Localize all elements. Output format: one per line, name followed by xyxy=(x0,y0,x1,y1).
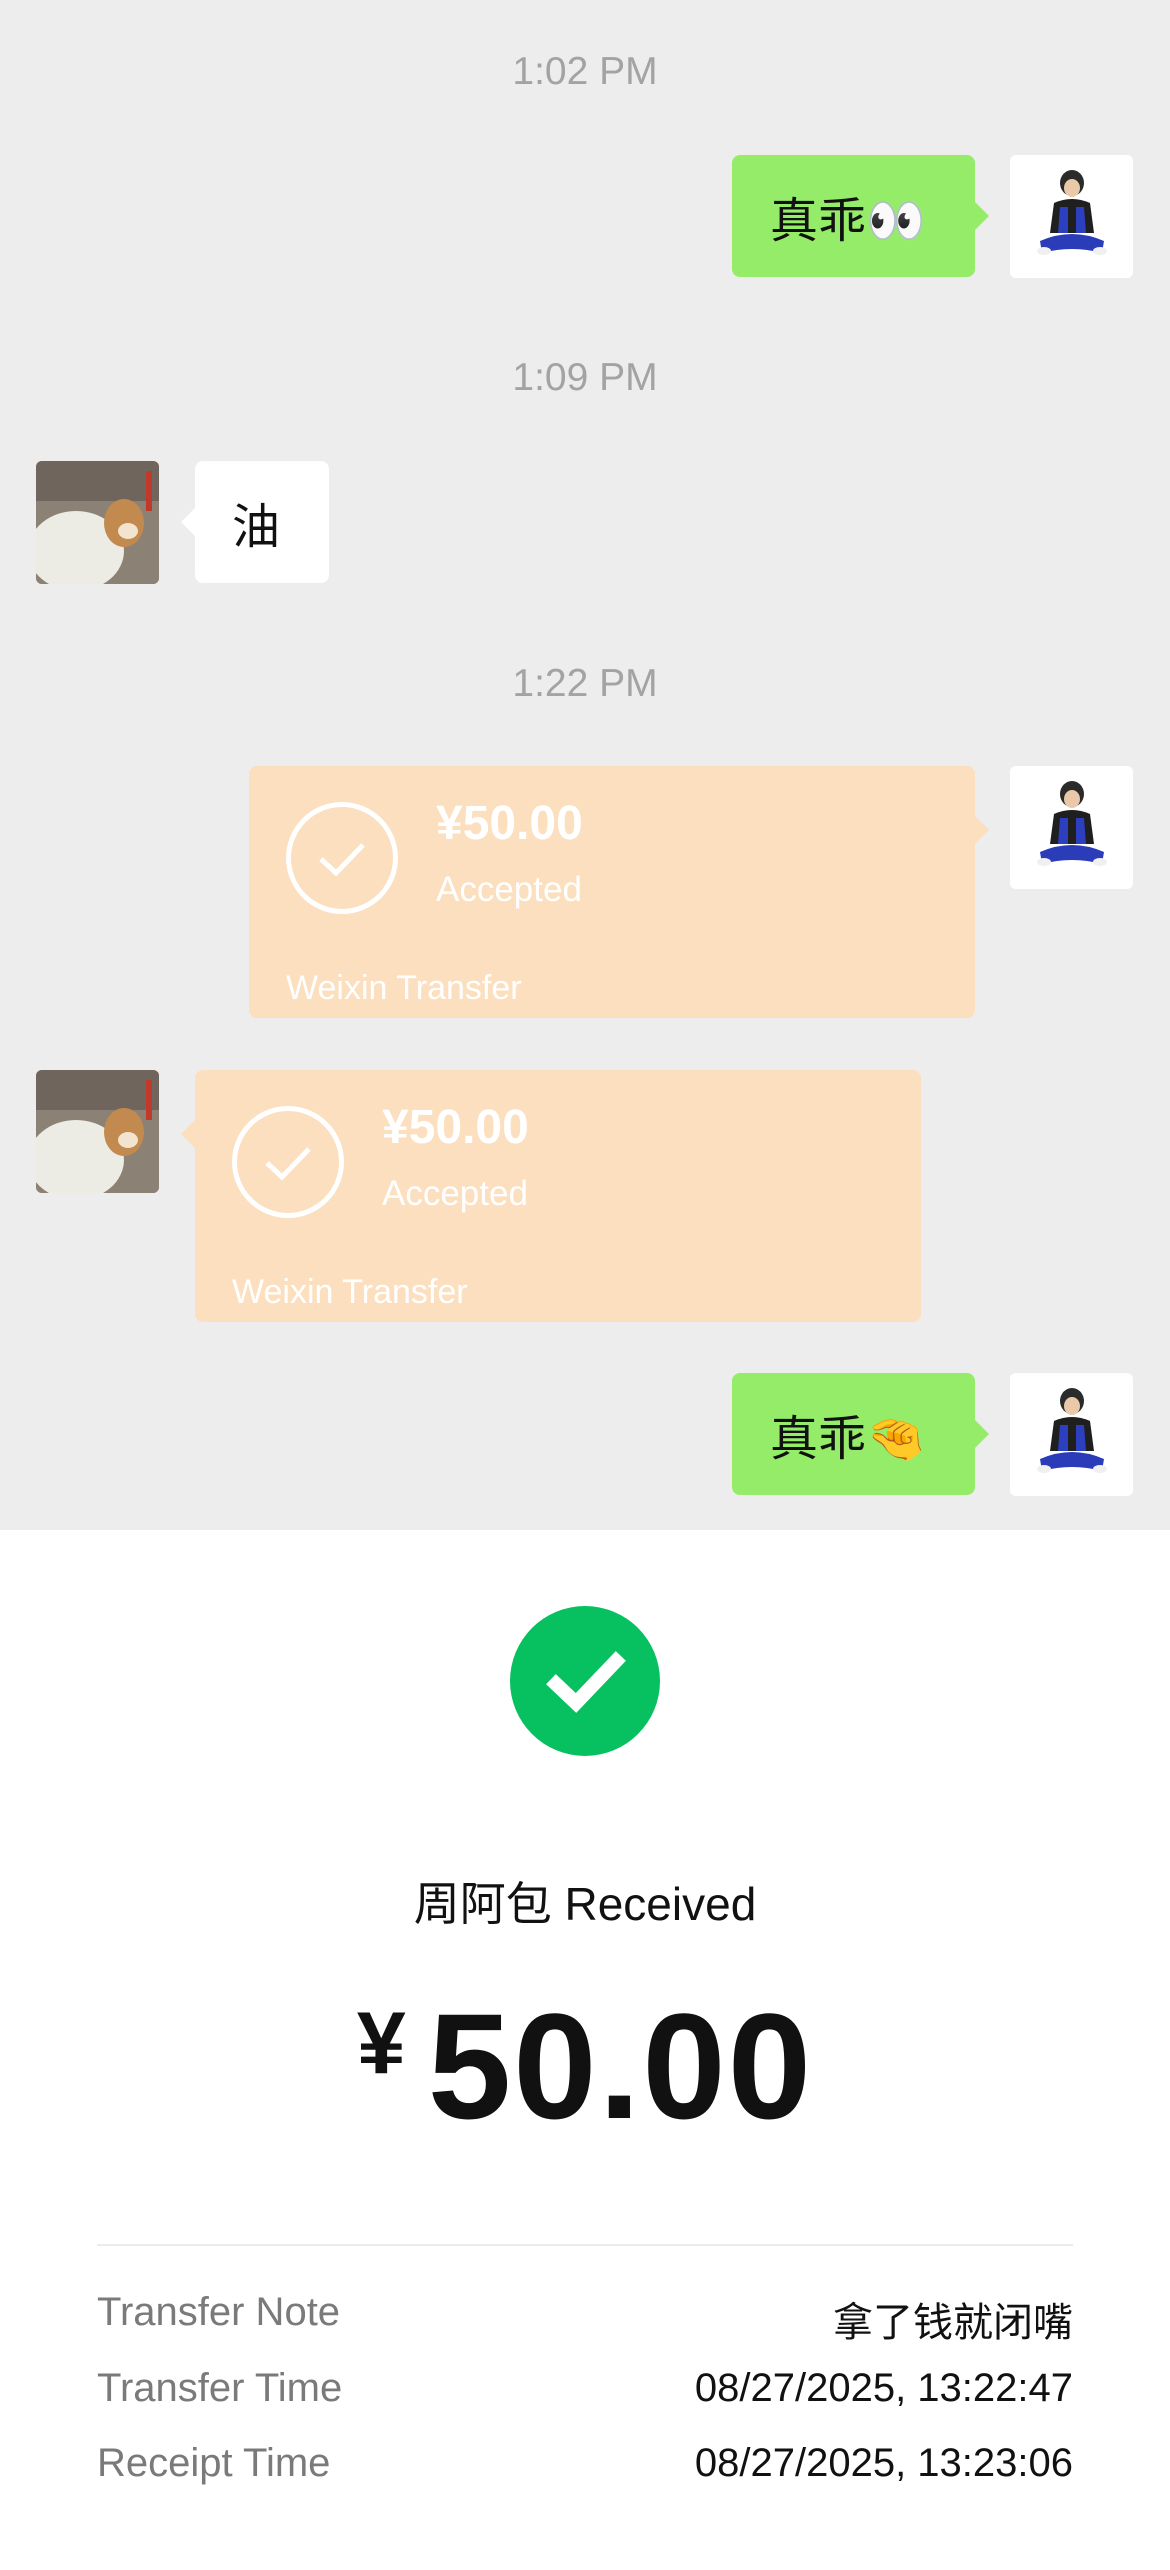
received-title: 周阿包 Received xyxy=(413,1878,757,1930)
transfer-brand: Weixin Transfer xyxy=(286,969,522,1007)
transfer-status: Accepted xyxy=(382,1174,528,1213)
my-avatar[interactable] xyxy=(1010,766,1133,889)
divider xyxy=(97,2244,1073,2246)
person-sitting-avatar-icon xyxy=(1037,1388,1107,1473)
person-sitting-avatar-icon xyxy=(1037,781,1107,866)
transfer-card-received[interactable]: ¥50.00 Accepted Weixin Transfer xyxy=(181,1070,921,1322)
detail-value: 拿了钱就闭嘴 xyxy=(833,2301,1073,2345)
received-message-bubble[interactable]: 油 xyxy=(181,461,329,583)
contact-avatar[interactable] xyxy=(36,1070,159,1193)
sent-message-bubble[interactable]: 真乖👀 xyxy=(732,155,989,277)
my-avatar[interactable] xyxy=(1010,155,1133,278)
contact-avatar[interactable] xyxy=(36,461,159,584)
dog-photo-avatar-icon xyxy=(36,461,159,584)
transfer-status: Accepted xyxy=(436,870,582,909)
check-circle-icon xyxy=(232,1106,344,1218)
message-text: 真乖👀 xyxy=(770,195,926,248)
dog-photo-avatar-icon xyxy=(36,1070,159,1193)
message-text: 油 xyxy=(232,501,281,554)
detail-row-receipt-time: Receipt Time 08/27/2025, 13:23:06 xyxy=(97,2441,1073,2501)
message-text: 真乖🤏 xyxy=(770,1413,926,1466)
transfer-card-sent[interactable]: ¥50.00 Accepted Weixin Transfer xyxy=(249,766,989,1018)
detail-value: 08/27/2025, 13:22:47 xyxy=(694,2366,1073,2410)
detail-label: Receipt Time xyxy=(97,2441,331,2485)
detail-label: Transfer Note xyxy=(97,2290,341,2334)
currency-symbol: ¥ xyxy=(356,1993,406,2092)
timestamp: 1:02 PM xyxy=(512,50,658,93)
timestamp: 1:22 PM xyxy=(512,662,658,705)
detail-label: Transfer Time xyxy=(97,2366,343,2410)
timestamp: 1:09 PM xyxy=(512,356,658,399)
transfer-amount: ¥50.00 xyxy=(382,1101,529,1154)
sent-message-bubble[interactable]: 真乖🤏 xyxy=(732,1373,989,1495)
my-avatar[interactable] xyxy=(1010,1373,1133,1496)
transfer-amount: ¥50.00 xyxy=(436,797,583,850)
detail-row-transfer-note: Transfer Note 拿了钱就闭嘴 xyxy=(97,2290,1073,2350)
check-circle-icon xyxy=(286,802,398,914)
transfer-brand: Weixin Transfer xyxy=(232,1273,468,1311)
transfer-receipt-panel: 周阿包 Received ¥50.00 Transfer Note 拿了钱就闭嘴… xyxy=(0,1530,1170,2570)
amount-value: 50.00 xyxy=(427,1982,814,2150)
chat-area[interactable]: 1:02 PM 真乖👀 1:09 PM 油 1:22 PM ¥50.00 Acc… xyxy=(0,0,1170,1530)
detail-value: 08/27/2025, 13:23:06 xyxy=(694,2441,1073,2485)
check-circle-icon xyxy=(510,1606,660,1756)
received-amount: ¥50.00 xyxy=(0,1980,1170,2153)
detail-row-transfer-time: Transfer Time 08/27/2025, 13:22:47 xyxy=(97,2366,1073,2426)
person-sitting-avatar-icon xyxy=(1037,170,1107,255)
